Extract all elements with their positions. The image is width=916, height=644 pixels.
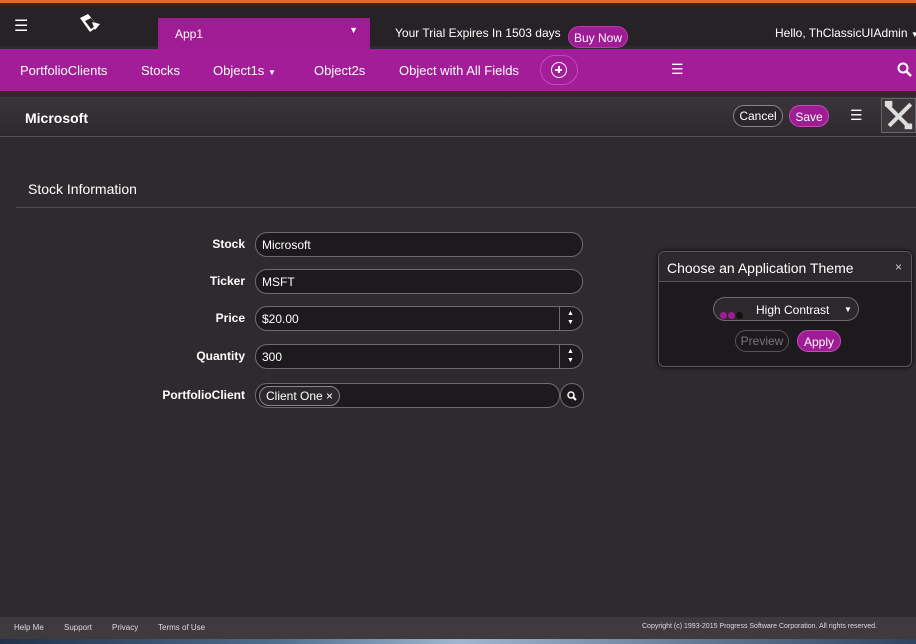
- footer-link-help[interactable]: Help Me: [14, 623, 44, 632]
- form-row-price: Price ▲ ▼: [0, 306, 600, 332]
- main-nav: PortfolioClients Stocks Object1s ▼ Objec…: [0, 49, 916, 91]
- portfolioclient-field[interactable]: Client One ×: [255, 383, 560, 408]
- theme-select-value: High Contrast: [756, 303, 830, 317]
- apply-button[interactable]: Apply: [797, 330, 841, 352]
- nav-item-stocks[interactable]: Stocks: [141, 63, 180, 78]
- chevron-down-icon: ▼: [844, 305, 852, 314]
- hamburger-icon[interactable]: ☰: [671, 61, 684, 78]
- hamburger-icon[interactable]: ☰: [14, 16, 28, 36]
- form-row-quantity: Quantity ▲ ▼: [0, 344, 600, 370]
- save-button[interactable]: Save: [789, 105, 829, 127]
- chevron-up-icon[interactable]: ▲: [567, 310, 574, 317]
- quantity-stepper[interactable]: ▲ ▼: [559, 345, 582, 368]
- theme-swatch: [720, 306, 744, 324]
- price-field[interactable]: [255, 306, 583, 331]
- price-stepper[interactable]: ▲ ▼: [559, 307, 582, 330]
- nav-item-portfolioclients[interactable]: PortfolioClients: [20, 63, 107, 78]
- preview-button[interactable]: Preview: [735, 330, 789, 352]
- chevron-up-icon[interactable]: ▲: [567, 348, 574, 355]
- plus-circle-icon: [551, 62, 567, 78]
- client-chip[interactable]: Client One ×: [259, 386, 341, 406]
- wrench-icon[interactable]: [881, 98, 916, 133]
- buy-now-button[interactable]: Buy Now: [568, 26, 628, 48]
- chevron-down-icon: ▼: [267, 68, 276, 77]
- nav-item-object1s[interactable]: Object1s ▼: [213, 63, 276, 78]
- footer-link-terms[interactable]: Terms of Use: [158, 623, 205, 632]
- ticker-label: Ticker: [209, 274, 245, 288]
- footer-link-privacy[interactable]: Privacy: [112, 623, 138, 632]
- nav-item-object1s-label: Object1s: [213, 63, 265, 78]
- stock-label: Stock: [212, 237, 245, 251]
- theme-dialog: Choose an Application Theme × High Contr…: [658, 251, 912, 367]
- section-divider: [16, 207, 916, 208]
- user-greeting: Hello, ThClassicUIAdmin: [775, 26, 908, 40]
- nav-item-object2s[interactable]: Object2s: [314, 63, 365, 78]
- quantity-field[interactable]: [255, 344, 583, 369]
- page-title: Microsoft: [25, 110, 88, 126]
- search-icon[interactable]: [897, 62, 912, 77]
- stock-field[interactable]: [255, 232, 583, 257]
- logo-icon: [80, 14, 100, 32]
- section-title: Stock Information: [28, 181, 137, 197]
- footer-link-support[interactable]: Support: [64, 623, 92, 632]
- app-selector[interactable]: App1 ▼: [158, 18, 370, 49]
- lookup-button[interactable]: [560, 383, 584, 408]
- theme-dialog-header: Choose an Application Theme ×: [659, 252, 911, 282]
- chevron-down-icon[interactable]: ▼: [567, 319, 574, 326]
- app-name: App1: [175, 27, 204, 41]
- hamburger-icon[interactable]: ☰: [850, 107, 863, 124]
- add-tab-button[interactable]: [540, 55, 578, 85]
- taskbar-strip: [0, 639, 916, 644]
- app-page: ☰ App1 ▼ Your Trial Expires In 1503 days…: [0, 0, 916, 644]
- user-menu[interactable]: Hello, ThClassicUIAdmin ▼: [775, 26, 916, 40]
- portfolioclient-label: PortfolioClient: [162, 388, 245, 402]
- trial-notice: Your Trial Expires In 1503 days: [395, 26, 561, 40]
- price-label: Price: [215, 311, 245, 325]
- search-icon: [567, 391, 577, 401]
- theme-select[interactable]: High Contrast ▼: [713, 297, 859, 321]
- form-row-ticker: Ticker: [0, 269, 600, 295]
- top-bar: ☰ App1 ▼ Your Trial Expires In 1503 days…: [0, 6, 916, 49]
- ticker-field[interactable]: [255, 269, 583, 294]
- nav-item-object-with-all-fields[interactable]: Object with All Fields: [399, 63, 519, 78]
- chevron-down-icon[interactable]: ▼: [567, 357, 574, 364]
- theme-dialog-title: Choose an Application Theme: [667, 260, 854, 276]
- chevron-down-icon: ▼: [349, 25, 358, 35]
- form-row-stock: Stock: [0, 232, 600, 258]
- form-row-portfolioclient: PortfolioClient Client One ×: [0, 383, 600, 409]
- footer: Help Me Support Privacy Terms of Use Cop…: [0, 617, 916, 639]
- quantity-label: Quantity: [196, 349, 245, 363]
- cancel-button[interactable]: Cancel: [733, 105, 783, 127]
- copyright-text: Copyright (c) 1993-2015 Progress Softwar…: [642, 623, 877, 630]
- close-icon[interactable]: ×: [895, 260, 902, 274]
- record-header: Microsoft Cancel Save ☰: [0, 97, 916, 137]
- chevron-down-icon: ▼: [910, 30, 916, 39]
